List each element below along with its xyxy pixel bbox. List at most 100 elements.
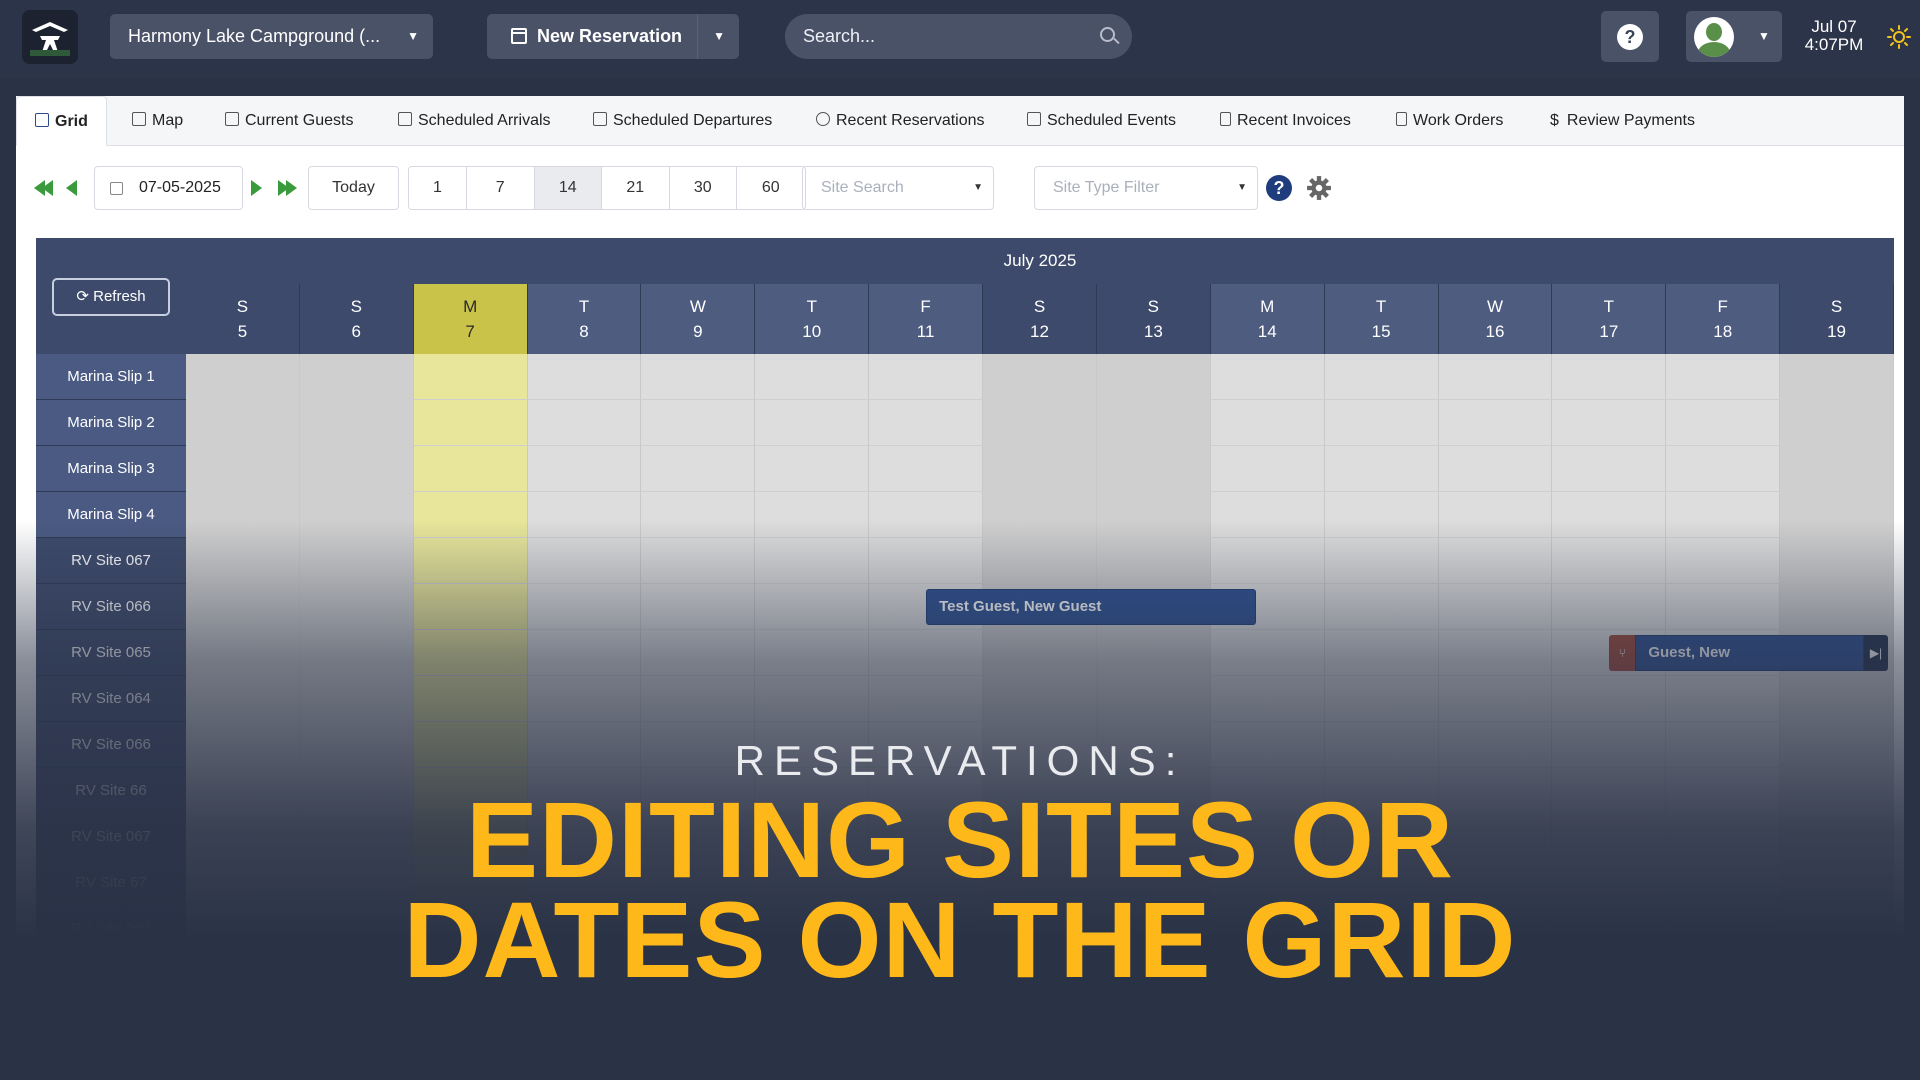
- skip-forward-icon[interactable]: ▶|: [1864, 635, 1888, 671]
- grid-cell[interactable]: [1210, 400, 1325, 446]
- range-60-button[interactable]: 60: [737, 167, 805, 209]
- grid-cell[interactable]: [186, 584, 300, 630]
- grid-cell[interactable]: [299, 492, 414, 538]
- branch-icon[interactable]: ⑂: [1609, 635, 1636, 671]
- grid-cell[interactable]: [186, 446, 300, 492]
- grid-cell[interactable]: [1780, 446, 1894, 492]
- grid-cell[interactable]: [869, 446, 984, 492]
- user-menu-button[interactable]: ▼: [1686, 11, 1782, 62]
- grid-cell[interactable]: [1438, 354, 1553, 400]
- grid-cell[interactable]: [983, 400, 1097, 446]
- grid-cell[interactable]: [755, 492, 870, 538]
- grid-cell[interactable]: [1438, 676, 1553, 722]
- grid-cell[interactable]: [186, 492, 300, 538]
- site-type-filter-select[interactable]: Site Type Filter ▼: [1034, 166, 1258, 210]
- grid-cell[interactable]: [869, 400, 984, 446]
- grid-cell[interactable]: [1666, 492, 1781, 538]
- grid-cell[interactable]: [1552, 354, 1667, 400]
- grid-cell[interactable]: [1438, 538, 1553, 584]
- grid-cell[interactable]: [527, 400, 642, 446]
- grid-cell[interactable]: [755, 354, 870, 400]
- grid-cell[interactable]: [527, 676, 642, 722]
- chevron-down-icon[interactable]: ▼: [713, 14, 725, 59]
- grid-cell[interactable]: [1324, 492, 1439, 538]
- grid-cell[interactable]: [1666, 400, 1781, 446]
- grid-cell[interactable]: [1552, 400, 1667, 446]
- grid-cell[interactable]: [1666, 676, 1781, 722]
- next-button[interactable]: [251, 180, 265, 196]
- range-1-button[interactable]: 1: [409, 167, 467, 209]
- grid-cell[interactable]: [1438, 630, 1553, 676]
- grid-cell[interactable]: [869, 676, 984, 722]
- grid-cell[interactable]: [983, 446, 1097, 492]
- last-page-button[interactable]: [278, 180, 300, 196]
- grid-cell[interactable]: [1438, 492, 1553, 538]
- grid-cell[interactable]: [755, 676, 870, 722]
- tab-recent-reservations[interactable]: Recent Reservations: [816, 96, 985, 146]
- grid-cell[interactable]: [755, 400, 870, 446]
- grid-cell[interactable]: [983, 492, 1097, 538]
- grid-cell[interactable]: [755, 538, 870, 584]
- grid-cell[interactable]: [1552, 492, 1667, 538]
- grid-cell[interactable]: [1780, 676, 1894, 722]
- grid-cell[interactable]: [527, 492, 642, 538]
- grid-cell[interactable]: [1096, 492, 1211, 538]
- grid-cell[interactable]: [1324, 676, 1439, 722]
- sun-icon[interactable]: [1887, 25, 1911, 49]
- grid-cell[interactable]: [1210, 630, 1325, 676]
- previous-button[interactable]: [66, 180, 80, 196]
- grid-cell[interactable]: [186, 630, 300, 676]
- grid-cell[interactable]: [413, 584, 528, 630]
- grid-cell[interactable]: [413, 400, 528, 446]
- grid-cell[interactable]: [641, 446, 756, 492]
- grid-cell[interactable]: [1438, 584, 1553, 630]
- grid-cell[interactable]: [186, 538, 300, 584]
- grid-cell[interactable]: [299, 400, 414, 446]
- tab-grid[interactable]: Grid: [16, 96, 107, 146]
- range-21-button[interactable]: 21: [602, 167, 670, 209]
- new-reservation-button[interactable]: New Reservation ▼: [487, 14, 739, 59]
- grid-cell[interactable]: [1324, 538, 1439, 584]
- gear-icon[interactable]: [1306, 175, 1332, 201]
- grid-cell[interactable]: [983, 676, 1097, 722]
- date-picker[interactable]: 07-05-2025: [94, 166, 243, 210]
- grid-cell[interactable]: [413, 538, 528, 584]
- grid-cell[interactable]: [641, 630, 756, 676]
- grid-cell[interactable]: [186, 400, 300, 446]
- grid-cell[interactable]: [1552, 584, 1667, 630]
- first-page-button[interactable]: [34, 180, 56, 196]
- grid-cell[interactable]: [1096, 354, 1211, 400]
- site-label[interactable]: Marina Slip 1: [36, 354, 186, 400]
- grid-cell[interactable]: [641, 354, 756, 400]
- grid-cell[interactable]: [983, 354, 1097, 400]
- grid-cell[interactable]: [1780, 354, 1894, 400]
- grid-cell[interactable]: [1210, 676, 1325, 722]
- campground-selector[interactable]: Harmony Lake Campground (... ▼: [110, 14, 433, 59]
- range-7-button[interactable]: 7: [467, 167, 535, 209]
- grid-cell[interactable]: [413, 492, 528, 538]
- grid-cell[interactable]: [869, 630, 984, 676]
- grid-cell[interactable]: [1438, 400, 1553, 446]
- grid-cell[interactable]: [1210, 446, 1325, 492]
- range-14-button[interactable]: 14: [534, 167, 602, 209]
- tab-scheduled-arrivals[interactable]: Scheduled Arrivals: [398, 96, 551, 146]
- grid-cell[interactable]: [413, 354, 528, 400]
- grid-cell[interactable]: [1210, 492, 1325, 538]
- grid-cell[interactable]: [1666, 538, 1781, 584]
- grid-cell[interactable]: [869, 354, 984, 400]
- grid-cell[interactable]: [299, 584, 414, 630]
- reservation-bar[interactable]: Guest, New: [1635, 635, 1864, 671]
- grid-cell[interactable]: [1324, 584, 1439, 630]
- grid-cell[interactable]: [1096, 630, 1211, 676]
- grid-cell[interactable]: [527, 538, 642, 584]
- tab-map[interactable]: Map: [132, 96, 183, 146]
- app-logo[interactable]: [22, 10, 78, 64]
- tab-review-payments[interactable]: $ Review Payments: [1550, 96, 1695, 146]
- grid-cell[interactable]: [869, 538, 984, 584]
- grid-cell[interactable]: [983, 630, 1097, 676]
- today-button[interactable]: Today: [308, 166, 399, 210]
- grid-cell[interactable]: [1666, 354, 1781, 400]
- grid-cell[interactable]: [1780, 538, 1894, 584]
- search-icon[interactable]: [1100, 27, 1115, 42]
- site-label[interactable]: RV Site 066: [36, 584, 186, 630]
